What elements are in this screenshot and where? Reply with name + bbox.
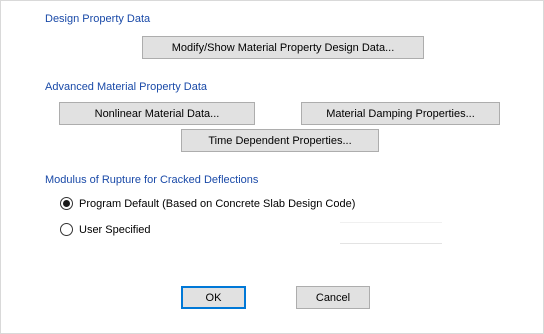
ok-button[interactable]: OK [181,286,246,309]
program-default-label: Program Default (Based on Concrete Slab … [79,197,356,210]
user-specified-value-field[interactable] [340,222,442,244]
modulus-of-rupture-section-title: Modulus of Rupture for Cracked Deflectio… [45,174,259,186]
design-property-section-title: Design Property Data [45,13,151,25]
program-default-option[interactable]: Program Default (Based on Concrete Slab … [60,197,355,210]
program-default-radio[interactable] [60,197,73,210]
advanced-property-section-title: Advanced Material Property Data [45,81,208,93]
time-dependent-properties-button[interactable]: Time Dependent Properties... [181,129,379,152]
material-damping-properties-button[interactable]: Material Damping Properties... [301,102,500,125]
modify-show-design-data-button[interactable]: Modify/Show Material Property Design Dat… [142,36,424,59]
user-specified-radio[interactable] [60,223,73,236]
user-specified-label: User Specified [79,223,151,236]
user-specified-option[interactable]: User Specified [60,223,151,236]
cancel-button[interactable]: Cancel [296,286,370,309]
material-property-dialog: Design Property Data Modify/Show Materia… [0,0,544,334]
nonlinear-material-data-button[interactable]: Nonlinear Material Data... [59,102,255,125]
